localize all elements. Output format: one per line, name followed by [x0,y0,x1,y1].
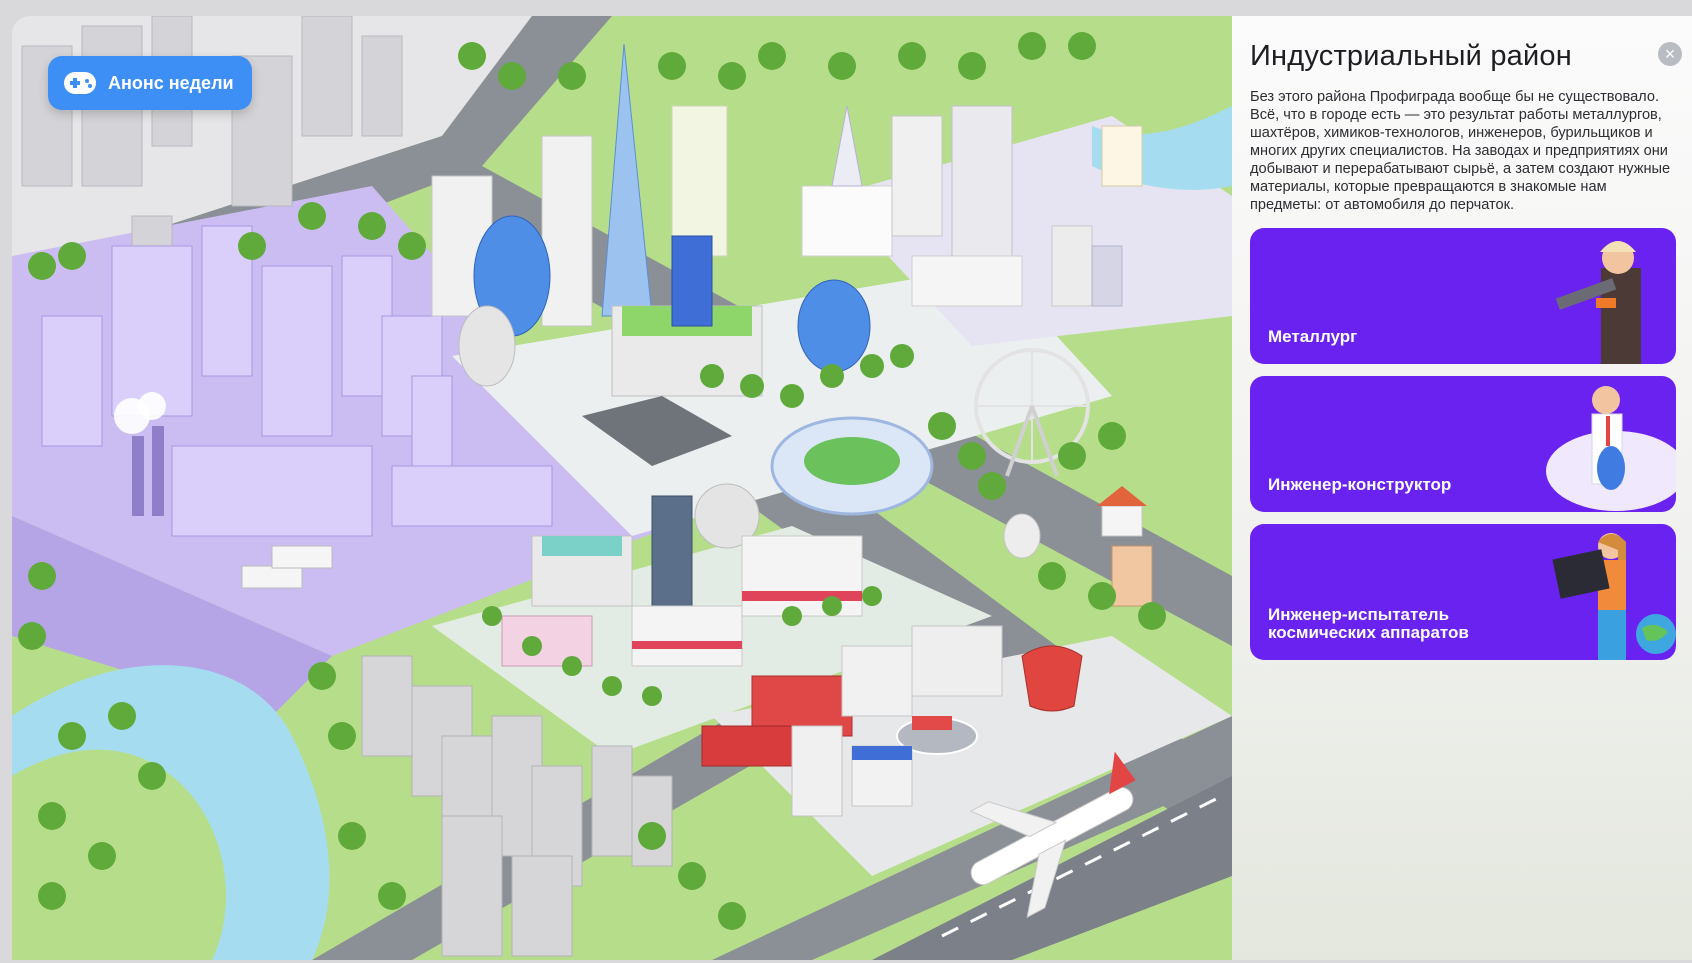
announce-week-label: Анонс недели [108,72,234,93]
metallurgist-illustration [1555,241,1641,364]
gamepad-icon [64,72,96,94]
career-card-design-engineer[interactable]: Инженер-конструктор [1250,376,1676,512]
close-icon[interactable]: × [1658,42,1682,66]
announce-week-button[interactable]: Анонс недели [48,56,252,110]
career-card-spacecraft-test-engineer[interactable]: Инженер-испытатель космических аппаратов [1250,524,1676,660]
career-card-label: Инженер-испытатель космических аппаратов [1268,605,1469,642]
city-map-illustration [12,16,1232,960]
career-card-label: Инженер-конструктор [1268,475,1452,494]
district-description: Без этого района Профиграда вообще бы не… [1250,89,1671,213]
spacecraft-test-engineer-illustration [1552,533,1676,660]
city-map[interactable] [12,16,1232,960]
district-info-panel: × Индустриальный район Без этого района … [1232,16,1692,960]
district-title: Индустриальный район [1250,40,1572,72]
career-card-metallurgist[interactable]: Металлург [1250,228,1676,364]
design-engineer-illustration [1546,386,1676,511]
career-card-label: Металлург [1268,327,1358,346]
game-frame: Анонс недели × Индустриальный район Без … [12,16,1692,960]
